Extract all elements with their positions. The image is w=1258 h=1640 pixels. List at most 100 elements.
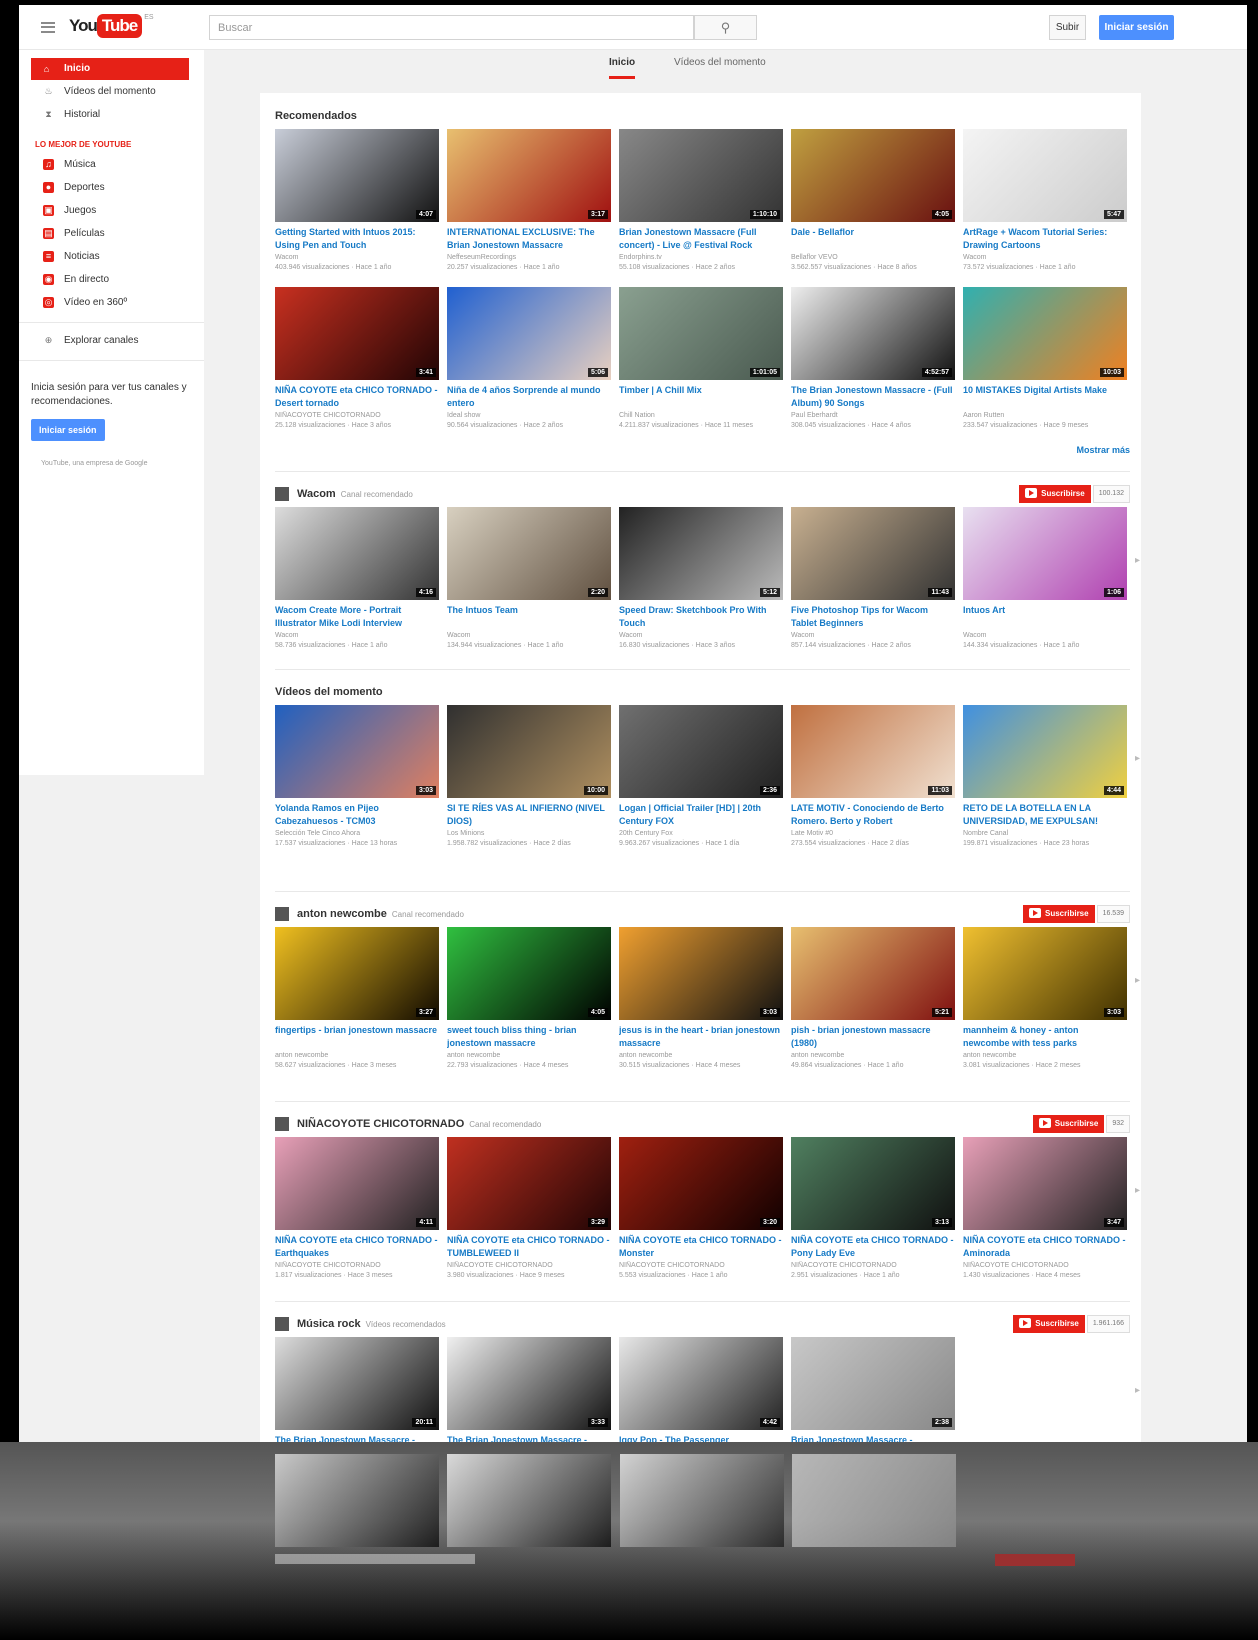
video-title[interactable]: pish - brian jonestown massacre (1980)	[791, 1024, 955, 1051]
video-card[interactable]: 10:00 SI TE RÍES VAS AL INFIERNO (NIVEL D…	[447, 705, 611, 849]
next-arrow-icon[interactable]: ▸	[1135, 753, 1140, 764]
video-title[interactable]: 10 MISTAKES Digital Artists Make	[963, 384, 1127, 411]
video-title[interactable]: Speed Draw: Sketchbook Pro With Touch	[619, 604, 783, 631]
video-card[interactable]: 3:41 NIÑA COYOTE eta CHICO TORNADO - Dese…	[275, 287, 439, 431]
show-more-link[interactable]: Mostrar más	[1076, 445, 1130, 455]
channel-name[interactable]: anton newcombe	[447, 1051, 611, 1061]
video-title[interactable]: INTERNATIONAL EXCLUSIVE: The Brian Jones…	[447, 226, 611, 253]
sidebar-category-1[interactable]: ● Deportes	[19, 176, 204, 199]
video-card[interactable]: 3:17 INTERNATIONAL EXCLUSIVE: The Brian J…	[447, 129, 611, 273]
channel-name[interactable]: 20th Century Fox	[619, 829, 783, 839]
video-title[interactable]: NIÑA COYOTE eta CHICO TORNADO - Aminorad…	[963, 1234, 1127, 1261]
video-thumbnail[interactable]: 4:42	[619, 1337, 783, 1430]
video-title[interactable]: LATE MOTIV - Conociendo de Berto Romero.…	[791, 802, 955, 829]
channel-avatar[interactable]	[275, 1117, 289, 1132]
video-card[interactable]: 11:03 LATE MOTIV - Conociendo de Berto Ro…	[791, 705, 955, 849]
channel-name[interactable]: Endorphins.tv	[619, 253, 783, 263]
video-thumbnail[interactable]: 3:17	[447, 129, 611, 222]
video-title[interactable]: Logan | Official Trailer [HD] | 20th Cen…	[619, 802, 783, 829]
sidebar-category-6[interactable]: ◎ Vídeo en 360º	[19, 291, 204, 314]
sidebar-item-browse-channels[interactable]: ⊕ Explorar canales	[19, 329, 204, 352]
video-thumbnail[interactable]: 2:38	[791, 1337, 955, 1430]
video-card[interactable]: 5:06 Niña de 4 años Sorprende al mundo en…	[447, 287, 611, 431]
video-title[interactable]: NIÑA COYOTE eta CHICO TORNADO - Monster	[619, 1234, 783, 1261]
video-thumbnail[interactable]: 4:52:57	[791, 287, 955, 380]
video-thumbnail[interactable]: 2:36	[619, 705, 783, 798]
video-thumbnail[interactable]: 4:05	[447, 927, 611, 1020]
sidebar-signin-button[interactable]: Iniciar sesión	[31, 419, 105, 441]
video-card[interactable]: 11:43 Five Photoshop Tips for Wacom Table…	[791, 507, 955, 651]
subscribe-button[interactable]: Suscribirse	[1019, 485, 1091, 503]
video-card[interactable]: 3:03 jesus is in the heart - brian jonest…	[619, 927, 783, 1071]
video-thumbnail[interactable]: 3:03	[275, 705, 439, 798]
subscribe-button[interactable]: Suscribirse	[1032, 1115, 1105, 1133]
channel-avatar[interactable]	[275, 1317, 289, 1332]
channel-name[interactable]: anton newcombe	[275, 1051, 439, 1061]
video-title[interactable]: Intuos Art	[963, 604, 1127, 631]
next-arrow-icon[interactable]: ▸	[1135, 1185, 1140, 1196]
sidebar-item-1[interactable]: ♨ Vídeos del momento	[19, 80, 204, 103]
channel-name[interactable]: Wacom	[791, 631, 955, 641]
video-card[interactable]: 4:44 RETO DE LA BOTELLA EN LA UNIVERSIDAD…	[963, 705, 1127, 849]
video-title[interactable]: NIÑA COYOTE eta CHICO TORNADO - Pony Lad…	[791, 1234, 955, 1261]
video-card[interactable]: 1:06 Intuos Art Wacom 144.334 visualizacion…	[963, 507, 1127, 651]
video-thumbnail[interactable]: 3:03	[619, 927, 783, 1020]
video-card[interactable]: 3:47 NIÑA COYOTE eta CHICO TORNADO - Amin…	[963, 1137, 1127, 1281]
video-card[interactable]: 5:12 Speed Draw: Sketchbook Pro With Touc…	[619, 507, 783, 651]
video-card[interactable]: 1:10:10 Brian Jonestown Massacre (Full co…	[619, 129, 783, 273]
video-thumbnail[interactable]: 11:03	[791, 705, 955, 798]
sidebar-category-3[interactable]: ▤ Películas	[19, 222, 204, 245]
video-title[interactable]: Timber | A Chill Mix	[619, 384, 783, 411]
video-title[interactable]: sweet touch bliss thing - brian jonestow…	[447, 1024, 611, 1051]
shelf-title[interactable]: NIÑACOYOTE CHICOTORNADO Canal recomendado	[275, 1115, 541, 1133]
video-card[interactable]: 10:03 10 MISTAKES Digital Artists Make Aar…	[963, 287, 1127, 431]
channel-name[interactable]: NeffeseumRecordings	[447, 253, 611, 263]
video-thumbnail[interactable]: 1:10:10	[619, 129, 783, 222]
video-title[interactable]: NIÑA COYOTE eta CHICO TORNADO - Earthqua…	[275, 1234, 439, 1261]
signin-button[interactable]: Iniciar sesión	[1099, 15, 1174, 40]
video-card[interactable]: 4:52:57 The Brian Jonestown Massacre - (F…	[791, 287, 955, 431]
channel-name[interactable]: anton newcombe	[619, 1051, 783, 1061]
video-card[interactable]: 3:29 NIÑA COYOTE eta CHICO TORNADO - TUMB…	[447, 1137, 611, 1281]
video-thumbnail[interactable]: 5:47	[963, 129, 1127, 222]
video-title[interactable]: Five Photoshop Tips for Wacom Tablet Beg…	[791, 604, 955, 631]
shelf-title[interactable]: Música rock Vídeos recomendados	[275, 1315, 446, 1333]
video-thumbnail[interactable]: 4:44	[963, 705, 1127, 798]
video-title[interactable]: Brian Jonestown Massacre (Full concert) …	[619, 226, 783, 253]
next-arrow-icon[interactable]: ▸	[1135, 555, 1140, 566]
next-arrow-icon[interactable]: ▸	[1135, 975, 1140, 986]
tab-home[interactable]: Inicio	[609, 57, 636, 79]
video-card[interactable]: 3:03 mannheim & honey - anton newcombe wi…	[963, 927, 1127, 1071]
search-button[interactable]: ⚲	[694, 15, 757, 40]
channel-name[interactable]: NIÑACOYOTE CHICOTORNADO	[275, 411, 439, 421]
video-title[interactable]: ArtRage + Wacom Tutorial Series: Drawing…	[963, 226, 1127, 253]
video-card[interactable]: 3:27 fingertips - brian jonestown massacr…	[275, 927, 439, 1071]
youtube-logo[interactable]: You Tube ES	[69, 14, 154, 42]
video-thumbnail[interactable]: 4:11	[275, 1137, 439, 1230]
subscribe-button[interactable]: Suscribirse	[1023, 905, 1095, 923]
video-title[interactable]: RETO DE LA BOTELLA EN LA UNIVERSIDAD, ME…	[963, 802, 1127, 829]
shelf-title[interactable]: Recomendados	[275, 107, 362, 125]
channel-name[interactable]: Late Motiv #0	[791, 829, 955, 839]
channel-avatar[interactable]	[275, 907, 289, 922]
sidebar-category-4[interactable]: ≡ Noticias	[19, 245, 204, 268]
channel-name[interactable]: Wacom	[963, 253, 1127, 263]
video-title[interactable]: NIÑA COYOTE eta CHICO TORNADO - Desert t…	[275, 384, 439, 411]
video-thumbnail[interactable]: 3:41	[275, 287, 439, 380]
video-card[interactable]: 4:16 Wacom Create More - Portrait Illustr…	[275, 507, 439, 651]
video-thumbnail[interactable]: 3:03	[963, 927, 1127, 1020]
channel-name[interactable]: Nombre Canal	[963, 829, 1127, 839]
video-thumbnail[interactable]: 3:13	[791, 1137, 955, 1230]
sidebar-item-2[interactable]: ⧗ Historial	[19, 103, 204, 126]
channel-name[interactable]: Paul Eberhardt	[791, 411, 955, 421]
channel-name[interactable]: Selección Tele Cinco Ahora	[275, 829, 439, 839]
video-thumbnail[interactable]: 3:27	[275, 927, 439, 1020]
channel-name[interactable]: Wacom	[275, 253, 439, 263]
video-title[interactable]: The Intuos Team	[447, 604, 611, 631]
video-thumbnail[interactable]: 4:05	[791, 129, 955, 222]
channel-name[interactable]: Wacom	[963, 631, 1127, 641]
video-title[interactable]: Yolanda Ramos en Pijeo Cabezahuesos - TC…	[275, 802, 439, 829]
video-card[interactable]: 4:07 Getting Started with Intuos 2015: Us…	[275, 129, 439, 273]
video-thumbnail[interactable]: 5:21	[791, 927, 955, 1020]
channel-name[interactable]: Ideal show	[447, 411, 611, 421]
